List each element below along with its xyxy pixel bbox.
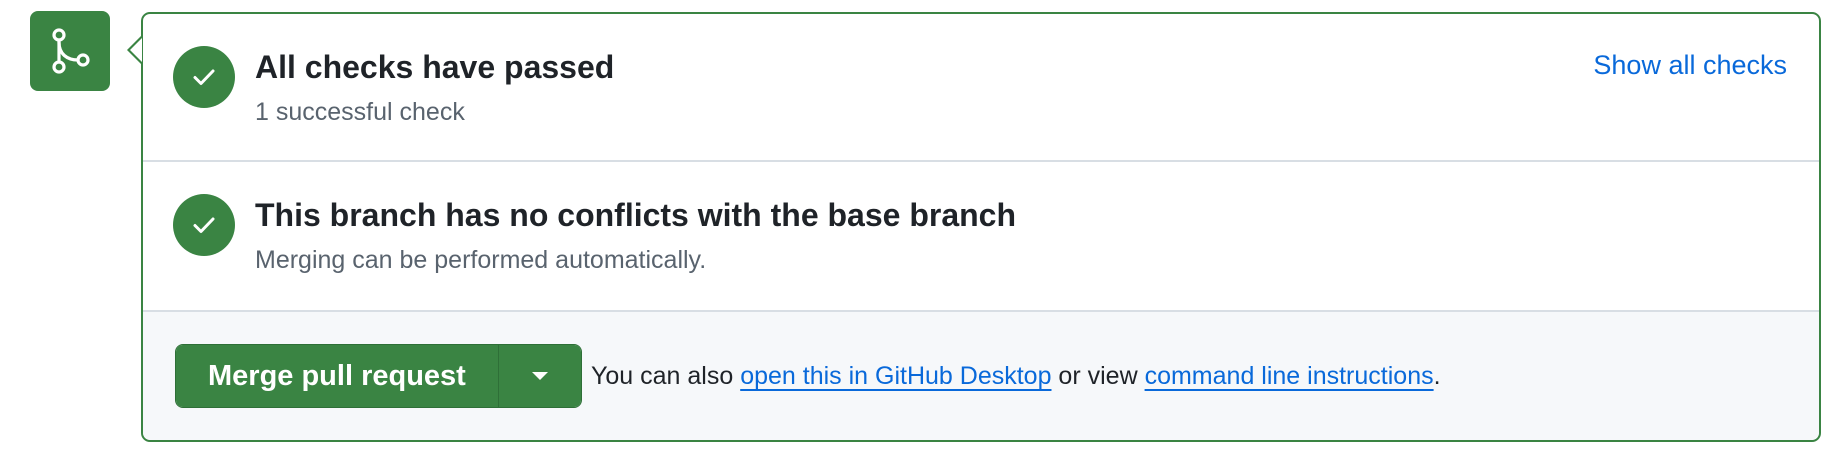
merge-actions-section: Merge pull request You can also open thi… [143, 312, 1819, 440]
merge-method-dropdown-button[interactable] [497, 345, 581, 407]
conflicts-status-circle [173, 194, 235, 256]
checks-section: All checks have passed 1 successful chec… [143, 14, 1819, 162]
open-github-desktop-link[interactable]: open this in GitHub Desktop [740, 362, 1051, 390]
merge-button-group: Merge pull request [175, 344, 582, 408]
also-prefix-text: You can also [591, 362, 741, 390]
conflicts-subtitle: Merging can be performed automatically. [255, 246, 707, 274]
merge-status-icon-box [30, 11, 110, 91]
conflicts-section: This branch has no conflicts with the ba… [143, 162, 1819, 312]
triangle-down-icon [531, 372, 548, 380]
command-line-instructions-link[interactable]: command line instructions [1145, 362, 1434, 390]
box-pointer-fill [130, 38, 142, 62]
checks-title: All checks have passed [255, 49, 615, 85]
merge-box: All checks have passed 1 successful chec… [141, 12, 1821, 442]
git-merge-icon [52, 28, 90, 74]
alternative-merge-text: You can also open this in GitHub Desktop… [591, 362, 1441, 391]
conflicts-title: This branch has no conflicts with the ba… [255, 197, 1017, 233]
checks-subtitle: 1 successful check [255, 98, 465, 126]
checks-status-circle [173, 46, 235, 108]
check-icon [193, 217, 215, 233]
also-suffix-text: . [1433, 362, 1441, 390]
merge-pull-request-button[interactable]: Merge pull request [176, 345, 498, 407]
also-middle-text: or view [1051, 362, 1145, 390]
check-icon [193, 69, 215, 85]
show-all-checks-link[interactable]: Show all checks [1593, 50, 1787, 81]
